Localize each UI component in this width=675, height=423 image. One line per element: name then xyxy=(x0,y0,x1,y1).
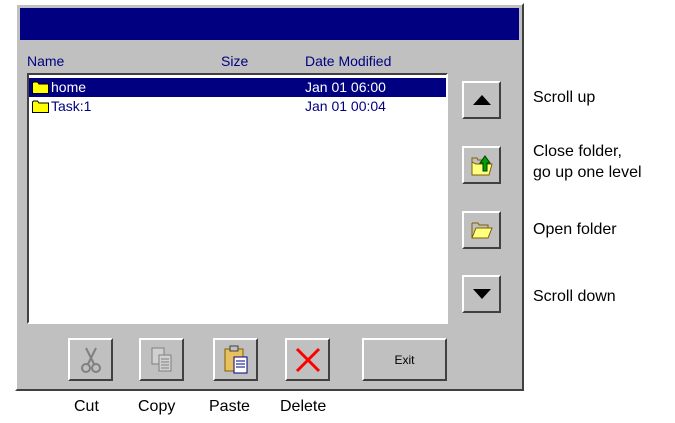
delete-label: Delete xyxy=(280,398,327,415)
paste-label: Paste xyxy=(209,398,250,415)
exit-button[interactable]: Exit xyxy=(362,338,447,381)
triangle-down-icon xyxy=(472,289,491,299)
delete-button[interactable] xyxy=(285,338,330,381)
copy-button[interactable] xyxy=(139,338,184,381)
file-row-home[interactable]: home Jan 01 06:00 xyxy=(29,78,446,97)
file-date: Jan 01 00:04 xyxy=(305,98,386,114)
close-folder-label-line1: Close folder, xyxy=(533,143,622,160)
column-header-name[interactable]: Name xyxy=(27,53,64,69)
column-header-size[interactable]: Size xyxy=(221,53,248,69)
file-date: Jan 01 06:00 xyxy=(305,79,386,95)
title-bar xyxy=(20,8,519,40)
file-list[interactable]: home Jan 01 06:00 Task:1 Jan 01 00:04 xyxy=(27,73,448,324)
folder-up-icon xyxy=(471,155,493,176)
scroll-up-label: Scroll up xyxy=(533,89,596,106)
file-name: home xyxy=(51,79,87,95)
open-folder-button[interactable] xyxy=(462,211,501,249)
paste-button[interactable] xyxy=(213,338,258,381)
file-row-task[interactable]: Task:1 Jan 01 00:04 xyxy=(29,97,446,116)
scroll-up-button[interactable] xyxy=(462,81,501,119)
scissors-icon xyxy=(80,347,101,373)
file-manager-window: Name Size Date Modified home Jan 01 06:0… xyxy=(15,3,524,391)
folder-icon xyxy=(32,81,49,94)
file-name: Task:1 xyxy=(51,98,92,114)
copy-icon xyxy=(151,347,171,371)
delete-x-icon xyxy=(295,347,320,372)
close-folder-label-line2: go up one level xyxy=(533,164,642,181)
folder-open-icon xyxy=(471,222,493,239)
column-header-date[interactable]: Date Modified xyxy=(305,53,391,69)
close-folder-button[interactable] xyxy=(462,146,501,184)
scroll-down-button[interactable] xyxy=(462,275,501,313)
clipboard-icon xyxy=(224,345,247,373)
folder-icon xyxy=(32,100,49,113)
triangle-up-icon xyxy=(472,95,491,105)
open-folder-label: Open folder xyxy=(533,221,617,238)
cut-button[interactable] xyxy=(68,338,113,381)
scroll-down-label: Scroll down xyxy=(533,288,616,305)
cut-label: Cut xyxy=(74,398,99,415)
copy-label: Copy xyxy=(138,398,176,415)
